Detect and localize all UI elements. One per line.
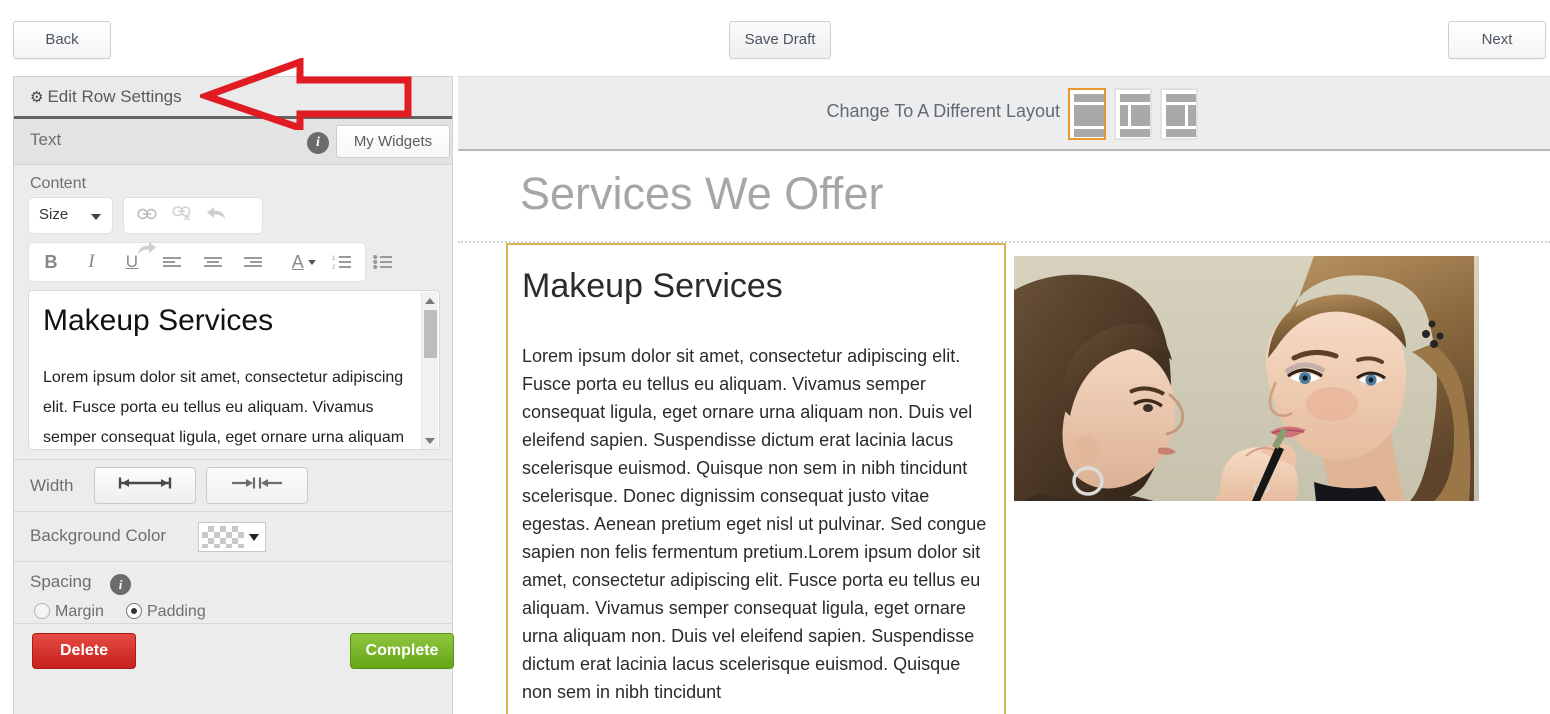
link-icon[interactable] xyxy=(132,198,162,233)
size-dropdown[interactable]: Size xyxy=(28,197,113,234)
edit-row-settings-label: Edit Row Settings xyxy=(47,87,182,106)
save-draft-button[interactable]: Save Draft xyxy=(729,21,831,59)
editor-paragraph: Lorem ipsum dolor sit amet, consectetur … xyxy=(43,369,405,446)
ordered-list-icon[interactable]: 1 2 xyxy=(324,243,360,281)
gear-icon: ⚙ xyxy=(30,89,44,106)
padding-radio-label: Padding xyxy=(147,603,206,620)
page-canvas: Change To A Different Layout Services We… xyxy=(458,76,1550,714)
editor-toolbar-top: Size xyxy=(14,197,452,254)
info-icon[interactable]: i xyxy=(110,574,131,595)
content-label: Content xyxy=(30,175,87,192)
my-widgets-button[interactable]: My Widgets xyxy=(336,125,450,158)
image-column[interactable] xyxy=(1014,256,1479,501)
column-paragraph: Lorem ipsum dolor sit amet, consectetur … xyxy=(522,346,987,702)
margin-radio-option[interactable]: Margin xyxy=(34,603,104,621)
italic-button[interactable]: I xyxy=(73,243,109,281)
background-color-row: Background Color xyxy=(14,511,452,561)
chevron-down-icon xyxy=(91,214,101,220)
scroll-up-icon[interactable] xyxy=(425,298,435,304)
chevron-down-icon xyxy=(307,260,316,265)
layout-selector-bar: Change To A Different Layout xyxy=(458,76,1550,151)
padding-radio-option[interactable]: Padding xyxy=(126,603,206,621)
unordered-list-icon[interactable] xyxy=(365,243,401,281)
rich-text-editor[interactable]: Makeup Services Lorem ipsum dolor sit am… xyxy=(28,290,440,450)
editor-toolbar-format: B I U A 1 2 xyxy=(28,242,392,282)
info-icon[interactable]: i xyxy=(307,132,329,154)
margin-radio-button[interactable] xyxy=(34,603,50,619)
spacing-label: Spacing xyxy=(30,572,92,591)
unlink-icon[interactable] xyxy=(167,198,197,233)
width-label: Width xyxy=(30,476,74,495)
editor-heading: Makeup Services xyxy=(43,304,274,337)
margin-radio-label: Margin xyxy=(55,603,104,620)
font-color-button[interactable]: A xyxy=(276,243,320,281)
widget-type-label: Text xyxy=(30,130,62,149)
next-button[interactable]: Next xyxy=(1448,21,1546,59)
layout-full-width-icon[interactable] xyxy=(1068,88,1106,140)
complete-button[interactable]: Complete xyxy=(350,633,454,669)
bold-button[interactable]: B xyxy=(33,243,69,281)
page-title: Services We Offer xyxy=(520,168,884,219)
align-right-icon[interactable] xyxy=(235,243,271,281)
width-narrow-button[interactable] xyxy=(206,467,308,504)
layout-narrow-left-wide-right-icon[interactable] xyxy=(1114,88,1152,140)
size-dropdown-label: Size xyxy=(39,206,69,223)
edit-row-settings-header[interactable]: ⚙ Edit Row Settings xyxy=(14,77,452,119)
link-tools-group xyxy=(123,197,264,254)
padding-radio-button[interactable] xyxy=(126,603,142,619)
editor-scrollbar[interactable] xyxy=(421,292,438,449)
top-toolbar: Back Save Draft Next xyxy=(0,0,1550,72)
svg-text:2: 2 xyxy=(332,265,336,270)
underline-button[interactable]: U xyxy=(114,243,150,281)
undo-arrow-icon[interactable] xyxy=(201,198,231,233)
background-color-label: Background Color xyxy=(30,526,167,545)
scroll-down-icon[interactable] xyxy=(425,438,435,444)
text-column-active[interactable]: Makeup Services Lorem ipsum dolor sit am… xyxy=(506,243,1006,714)
layout-wide-left-narrow-right-icon[interactable] xyxy=(1160,88,1198,140)
transparent-swatch xyxy=(202,526,244,548)
layout-selector-label: Change To A Different Layout xyxy=(826,101,1060,121)
editor-content[interactable]: Makeup Services Lorem ipsum dolor sit am… xyxy=(29,291,424,449)
widget-type-row: Text i My Widgets xyxy=(14,119,452,165)
chevron-down-icon xyxy=(249,534,259,541)
back-button[interactable]: Back xyxy=(13,21,111,59)
spacing-setting-row: Spacing i Margin Padding xyxy=(14,561,452,623)
scrollbar-thumb[interactable] xyxy=(424,310,437,358)
panel-footer: Delete Complete xyxy=(14,623,454,683)
background-color-picker[interactable] xyxy=(198,522,266,552)
row-settings-panel: ⚙ Edit Row Settings Text i My Widgets Con… xyxy=(13,76,454,714)
width-full-button[interactable] xyxy=(94,467,196,504)
align-center-icon[interactable] xyxy=(195,243,231,281)
align-left-icon[interactable] xyxy=(154,243,190,281)
font-color-label: A xyxy=(291,252,304,272)
delete-button[interactable]: Delete xyxy=(32,633,136,669)
width-setting-row: Width xyxy=(14,459,452,511)
makeup-artist-applying-lipstick-photo xyxy=(1014,256,1479,501)
svg-text:1: 1 xyxy=(332,256,336,262)
column-heading: Makeup Services xyxy=(522,267,783,305)
